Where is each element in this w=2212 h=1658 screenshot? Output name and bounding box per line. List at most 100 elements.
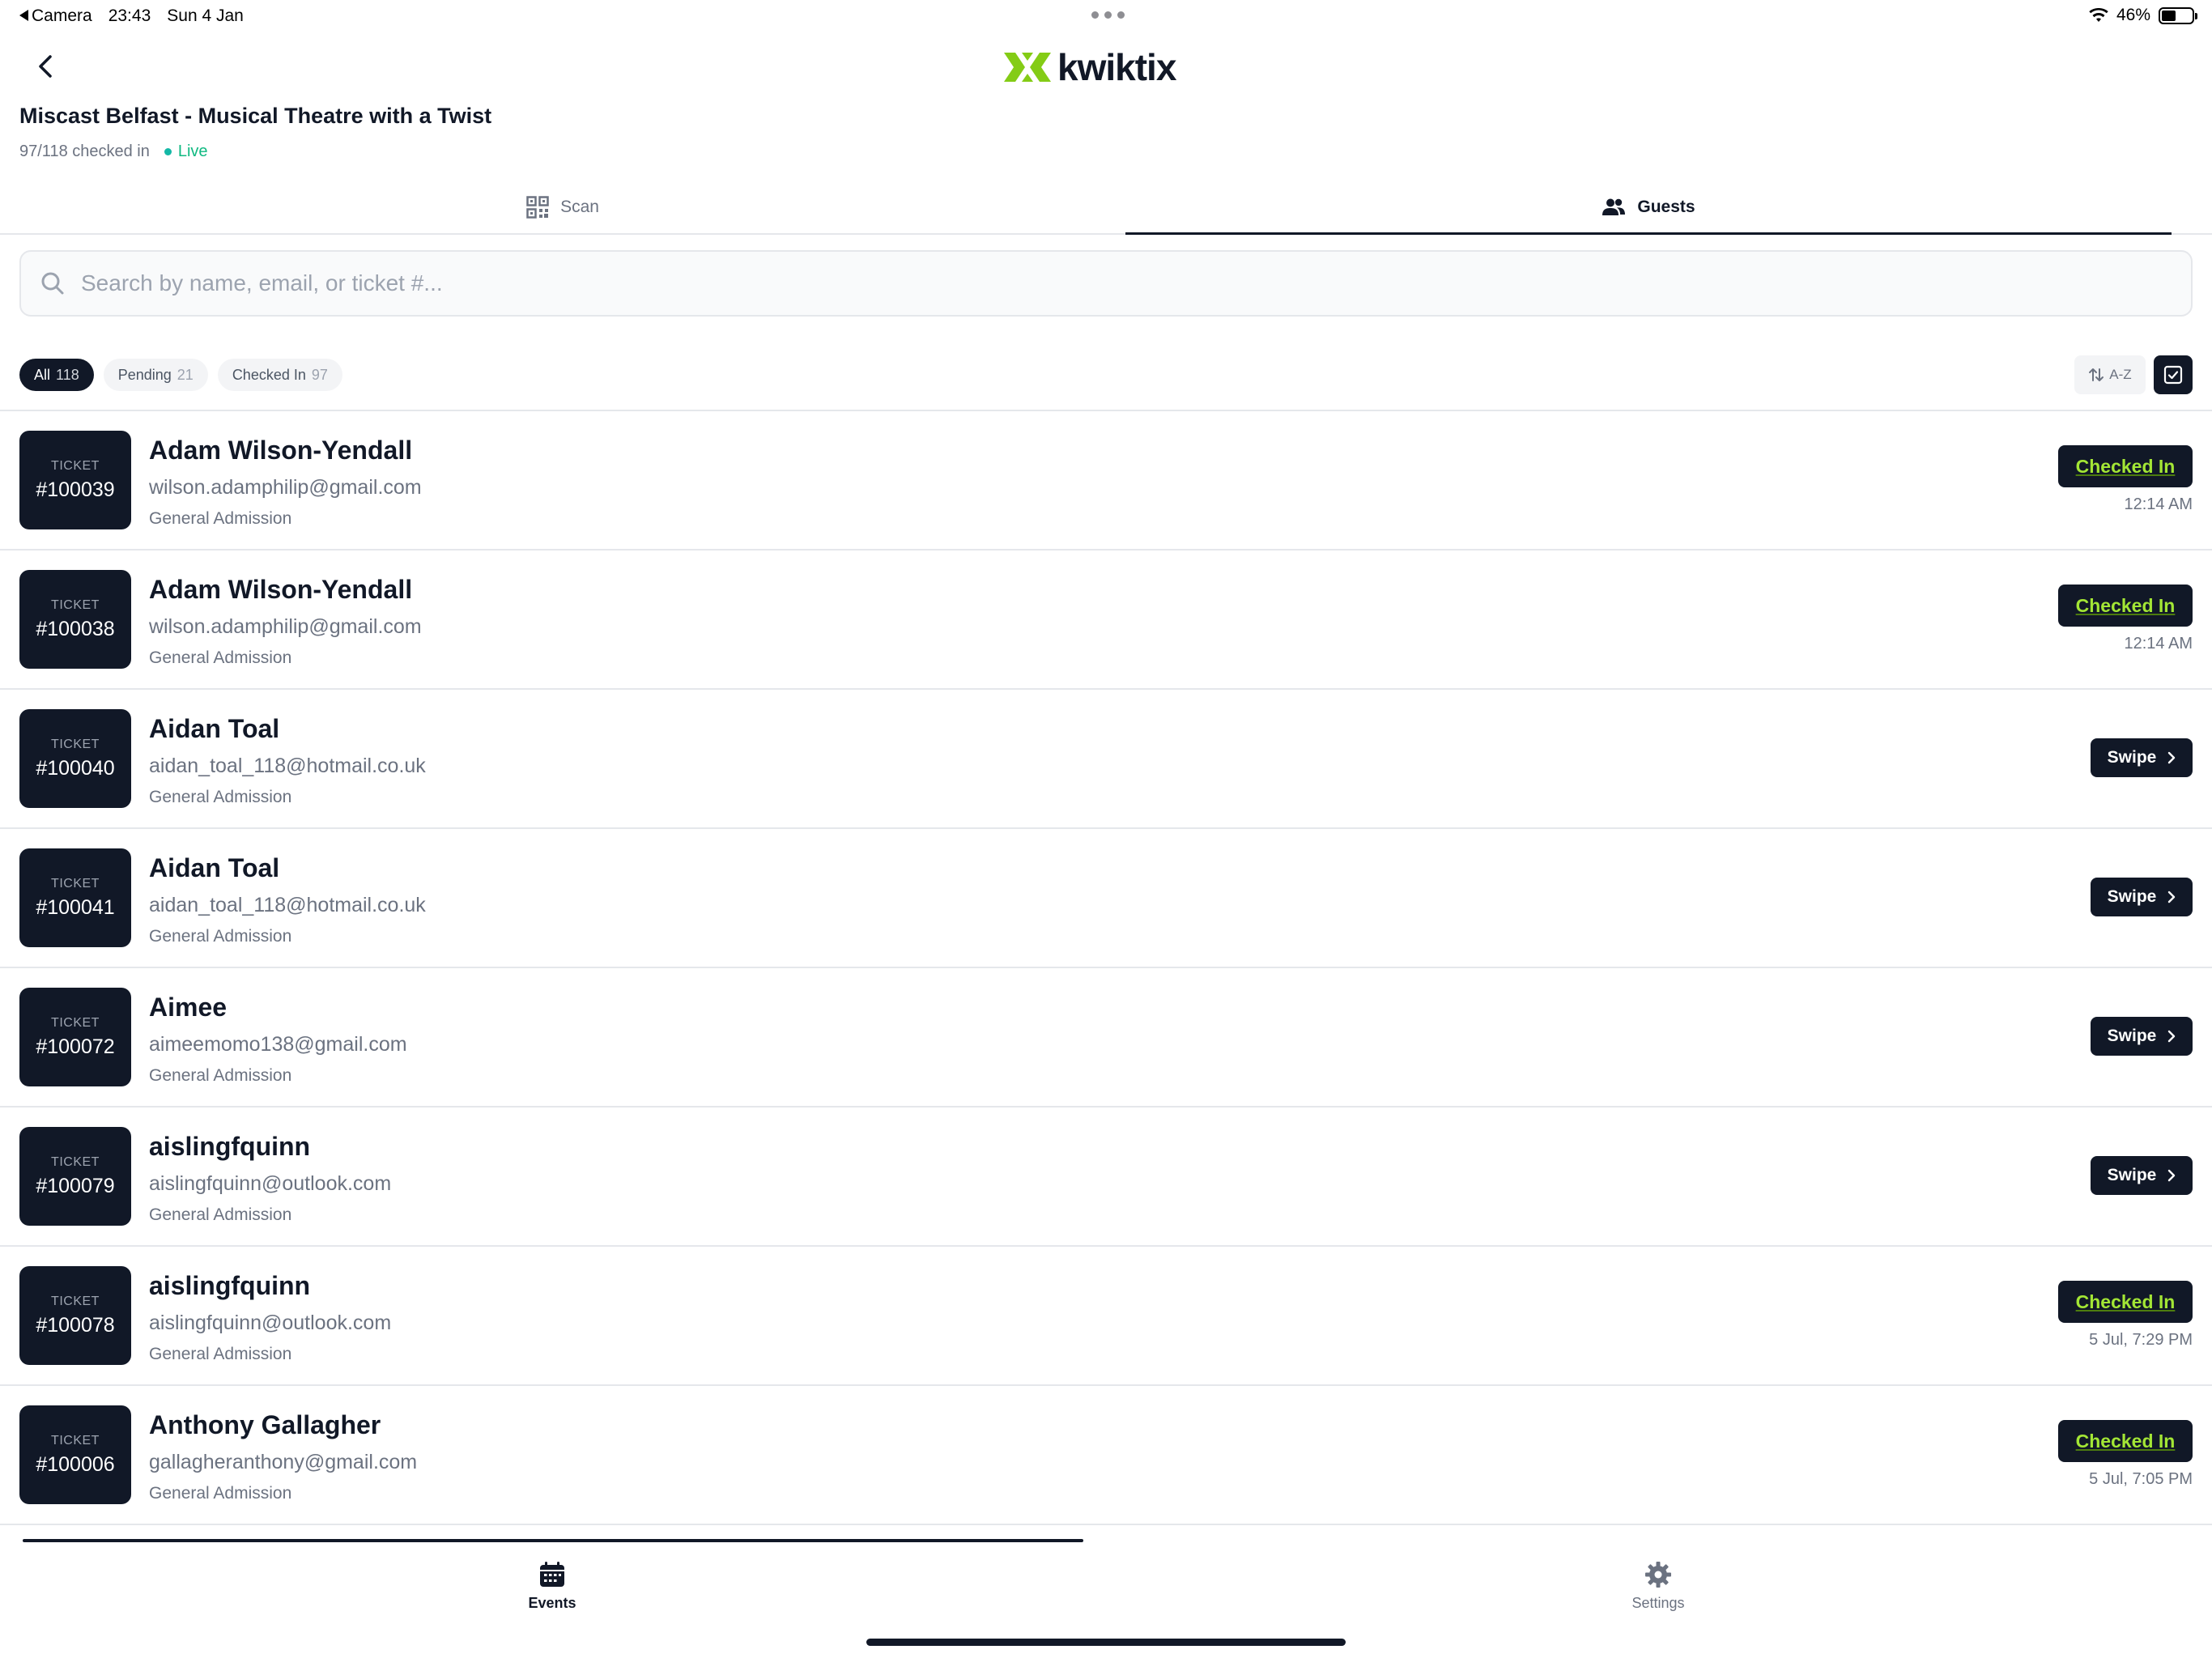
checked-in-time: 5 Jul, 7:29 PM [2089, 1331, 2193, 1349]
ticket-label: TICKET [51, 876, 100, 891]
ticket-badge: TICKET #100038 [19, 570, 131, 669]
guest-list: TICKET #100039 Adam Wilson-Yendall wilso… [0, 410, 2212, 1525]
search-icon [41, 272, 64, 295]
filter-count: 21 [177, 366, 194, 383]
ticket-number: #100041 [36, 895, 115, 919]
back-to-app-link[interactable]: Camera [19, 6, 92, 26]
ticket-badge: TICKET #100006 [19, 1405, 131, 1504]
filter-all[interactable]: All 118 [19, 359, 94, 391]
gear-icon [1645, 1562, 1671, 1588]
ticket-type: General Admission [149, 788, 292, 806]
ticket-label: TICKET [51, 458, 100, 473]
logo-text: kwiktix [1057, 46, 1176, 88]
filter-checked-in[interactable]: Checked In 97 [217, 359, 342, 391]
back-triangle-icon [19, 10, 28, 21]
ticket-label: TICKET [51, 1154, 100, 1169]
guest-name: Adam Wilson-Yendall [149, 436, 413, 465]
nav-settings-label: Settings [1631, 1595, 1685, 1611]
guest-name: Aimee [149, 993, 228, 1022]
guest-email: aimeemomo138@gmail.com [149, 1033, 407, 1056]
filter-pending[interactable]: Pending 21 [103, 359, 208, 391]
swipe-button[interactable]: Swipe [2091, 878, 2193, 916]
guest-name: aislingfquinn [149, 1132, 311, 1161]
chevron-right-icon [2168, 1169, 2176, 1182]
sort-label: A-Z [2109, 367, 2132, 382]
ticket-number: #100038 [36, 617, 115, 640]
sort-arrows-icon [2089, 368, 2104, 381]
ticket-label: TICKET [51, 1015, 100, 1030]
nav-events[interactable]: Events [471, 1561, 633, 1612]
ticket-type: General Admission [149, 509, 292, 528]
chevron-right-icon [2168, 891, 2176, 903]
guest-email: aislingfquinn@outlook.com [149, 1312, 392, 1334]
filter-label: Checked In [232, 366, 306, 383]
ticket-label: TICKET [51, 737, 100, 751]
ticket-badge: TICKET #100041 [19, 848, 131, 947]
status-date: Sun 4 Jan [167, 6, 244, 25]
swipe-label: Swipe [2107, 1027, 2157, 1045]
sort-button[interactable]: A-Z [2074, 355, 2146, 394]
multitasking-dots-icon[interactable] [1091, 11, 1125, 19]
back-button[interactable] [29, 50, 62, 83]
status-right: 46% [2089, 6, 2197, 25]
search-input[interactable] [81, 270, 2105, 296]
checked-in-badge: Checked In [2058, 1420, 2193, 1462]
guest-row[interactable]: TICKET #100079 aislingfquinn aislingfqui… [0, 1107, 2212, 1247]
battery-fill [2162, 10, 2176, 21]
active-tab-indicator [1125, 232, 2172, 235]
home-indicator[interactable] [866, 1639, 1346, 1646]
guest-row[interactable]: TICKET #100039 Adam Wilson-Yendall wilso… [0, 411, 2212, 551]
swipe-button[interactable]: Swipe [2091, 1017, 2193, 1056]
ticket-number: #100078 [36, 1313, 115, 1337]
ticket-label: TICKET [51, 1294, 100, 1308]
filter-count: 97 [311, 366, 328, 383]
guest-email: gallagheranthony@gmail.com [149, 1451, 418, 1473]
guest-row[interactable]: TICKET #100040 Aidan Toal aidan_toal_118… [0, 690, 2212, 829]
ticket-number: #100079 [36, 1174, 115, 1197]
status-left: Camera 23:43 Sun 4 Jan [19, 6, 244, 26]
guest-email: wilson.adamphilip@gmail.com [149, 615, 422, 638]
checked-in-badge: Checked In [2058, 1281, 2193, 1323]
checkbox-icon [2163, 365, 2183, 385]
ticket-type: General Admission [149, 927, 292, 946]
guest-row[interactable]: TICKET #100078 aislingfquinn aislingfqui… [0, 1247, 2212, 1386]
ticket-badge: TICKET #100040 [19, 709, 131, 808]
guest-name: Adam Wilson-Yendall [149, 575, 413, 604]
status-bar: Camera 23:43 Sun 4 Jan 46% [0, 0, 2212, 36]
nav-settings[interactable]: Settings [1577, 1561, 1739, 1612]
filter-label: All [34, 366, 51, 383]
chevron-left-icon [39, 55, 52, 78]
ticket-number: #100072 [36, 1035, 115, 1058]
ticket-number: #100039 [36, 478, 115, 501]
ticket-badge: TICKET #100079 [19, 1127, 131, 1226]
tab-guests-label: Guests [1637, 198, 1695, 216]
tab-guests[interactable]: Guests [1125, 180, 2172, 235]
select-mode-button[interactable] [2154, 355, 2193, 394]
users-icon [1602, 198, 1626, 215]
guest-row[interactable]: TICKET #100072 Aimee aimeemomo138@gmail.… [0, 968, 2212, 1107]
tab-bar: Scan Guests [0, 180, 2212, 235]
checked-in-time: 12:14 AM [2124, 635, 2193, 653]
swipe-button[interactable]: Swipe [2091, 1156, 2193, 1195]
chevron-right-icon [2168, 751, 2176, 764]
ticket-type: General Admission [149, 1066, 292, 1085]
guest-row[interactable]: TICKET #100038 Adam Wilson-Yendall wilso… [0, 551, 2212, 690]
battery-icon [2159, 6, 2197, 24]
guest-row[interactable]: TICKET #100006 Anthony Gallagher gallagh… [0, 1386, 2212, 1525]
status-time: 23:43 [108, 6, 151, 25]
event-subtitle: 97/118 checked in Live [19, 142, 208, 161]
live-indicator: Live [164, 142, 208, 161]
guest-email: aidan_toal_118@hotmail.co.uk [149, 894, 426, 916]
tab-scan[interactable]: Scan [0, 180, 1125, 235]
swipe-button[interactable]: Swipe [2091, 738, 2193, 777]
search-bar[interactable] [19, 250, 2193, 317]
checked-in-badge: Checked In [2058, 585, 2193, 627]
ticket-number: #100040 [36, 756, 115, 780]
ticket-label: TICKET [51, 597, 100, 612]
guest-row[interactable]: TICKET #100041 Aidan Toal aidan_toal_118… [0, 829, 2212, 968]
back-app-label: Camera [32, 6, 92, 25]
filter-label: Pending [117, 366, 172, 383]
ticket-type: General Admission [149, 1345, 292, 1363]
kwiktix-logo: kwiktix [1004, 45, 1176, 89]
ticket-badge: TICKET #100039 [19, 431, 131, 529]
